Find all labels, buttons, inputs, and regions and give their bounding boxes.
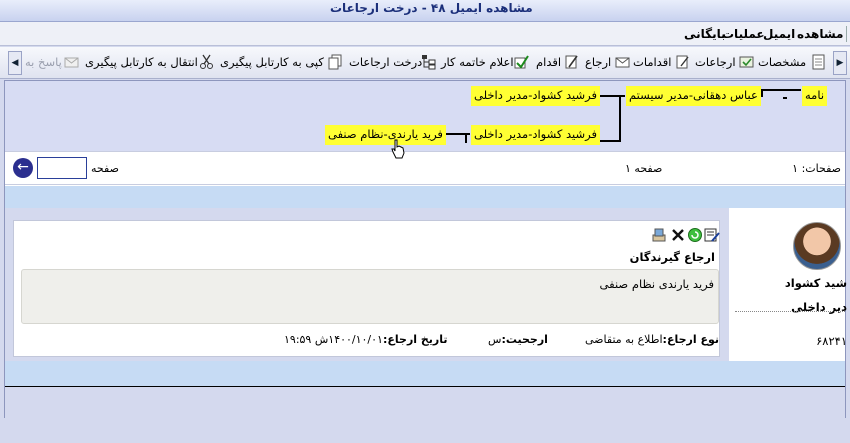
- tree-connector: [465, 133, 467, 143]
- referral-card: ارجاع گیرندگان فرید یارندی نظام صنفی نوع…: [13, 220, 720, 357]
- footer-band: [5, 361, 845, 387]
- referral-tree-panel: نامه عباس دهقانی-مدیر سیستم فرشید کشواد-…: [4, 80, 847, 419]
- check-icon: [514, 55, 529, 69]
- toolbar-move-to-followup-button[interactable]: انتقال به کارتابل پیگیری: [85, 55, 198, 69]
- referral-row: ارجاع گیرندگان فرید یارندی نظام صنفی نوع…: [5, 208, 847, 361]
- toolbar-referral-tree-button[interactable]: درخت ارجاعات: [349, 55, 422, 69]
- toolbar-finish-work-button[interactable]: اعلام خاتمه کار: [441, 55, 514, 69]
- sender-divider: [735, 311, 845, 312]
- toolbar: ▶ ◀ مشخصات ارجاعات اقدامات ارجاع اقدام ا…: [0, 47, 850, 79]
- arrow-left-icon: ←: [17, 159, 29, 175]
- toolbar-scroll-right-button[interactable]: ▶: [833, 51, 847, 75]
- menubar-divider: [846, 26, 847, 42]
- refer-icon: [615, 57, 630, 68]
- actions-icon: [676, 55, 689, 69]
- edit-icon[interactable]: [704, 227, 720, 243]
- referral-priority-value: س: [488, 333, 502, 346]
- toolbar-refer-button[interactable]: ارجاع: [585, 55, 611, 69]
- sender-code: ۶۸۲۴۱: [816, 334, 847, 348]
- avatar: [793, 222, 841, 270]
- referral-body-box: فرید یارندی نظام صنفی: [21, 269, 719, 324]
- referral-tree: نامه عباس دهقانی-مدیر سیستم فرشید کشواد-…: [5, 81, 845, 151]
- tree-icon: [422, 55, 436, 70]
- tree-connector: [619, 95, 621, 142]
- referral-priority-label: ارجحیت:: [501, 333, 548, 346]
- tree-connector: [783, 97, 787, 99]
- referral-priority: ارجحیت:س: [488, 333, 548, 346]
- tree-node-level3[interactable]: فرید یارندی-نظام صنفی: [325, 125, 446, 145]
- toolbar-copy-to-followup-button[interactable]: کپی به کارتابل پیگیری: [220, 55, 324, 69]
- menubar: مشاهده ایمیل عملیات بایگانی: [0, 22, 850, 46]
- goto-page-input[interactable]: [37, 157, 87, 179]
- refresh-icon[interactable]: [687, 227, 703, 243]
- pen-icon: [565, 55, 578, 69]
- recipients-heading: ارجاع گیرندگان: [629, 250, 715, 264]
- menu-archive[interactable]: بایگانی: [684, 27, 726, 41]
- referral-type: نوع ارجاع:اطلاع به متقاضی: [585, 333, 719, 346]
- goto-page-button[interactable]: ←: [13, 158, 33, 178]
- referral-date: تاریخ ارجاع:۱۴۰۰/۱۰/۰۱ش ۱۹:۵۹: [284, 333, 448, 346]
- toolbar-properties-button[interactable]: مشخصات: [758, 55, 806, 69]
- tree-node-root[interactable]: نامه: [802, 86, 828, 106]
- tree-node-level2[interactable]: فرشید کشواد-مدیر داخلی: [471, 86, 600, 106]
- toolbar-referrals-button[interactable]: ارجاعات: [695, 55, 736, 69]
- copy-icon: [328, 54, 342, 70]
- document-icon: [812, 54, 825, 70]
- toolbar-actions-button[interactable]: اقدامات: [633, 55, 671, 69]
- footer-area: [5, 387, 845, 419]
- menu-operations[interactable]: عملیات: [722, 27, 765, 41]
- window-titlebar: مشاهده ایمیل ۴۸ - درخت ارجاعات: [0, 0, 850, 22]
- pager: صفحات: ۱ صفحه ۱ صفحه ←: [5, 151, 845, 185]
- referral-date-label: تاریخ ارجاع:: [382, 333, 448, 346]
- tree-node-level1[interactable]: عباس دهقانی-مدیر سیستم: [626, 86, 761, 106]
- referral-date-value: ۱۴۰۰/۱۰/۰۱ش ۱۹:۵۹: [284, 333, 383, 346]
- window-title: مشاهده ایمیل ۴۸ - درخت ارجاعات: [330, 1, 533, 15]
- toolbar-scroll-left-button[interactable]: ◀: [8, 51, 22, 75]
- scissors-icon: [200, 54, 213, 69]
- referral-body-text: فرید یارندی نظام صنفی: [599, 277, 714, 291]
- reply-icon: [64, 57, 79, 68]
- referral-type-value: اطلاع به متقاضی: [585, 333, 663, 346]
- delete-icon[interactable]: [670, 227, 686, 243]
- tree-node-level2b[interactable]: فرشید کشواد-مدیر داخلی: [471, 125, 600, 145]
- sender-panel: شید کشواد دیر داخلی ۶۸۲۴۱: [729, 208, 847, 361]
- referrals-icon: [739, 56, 754, 68]
- menu-email[interactable]: ایمیل: [763, 27, 795, 41]
- toolbar-reply-button[interactable]: پاسخ به: [25, 55, 62, 69]
- toolbar-act-button[interactable]: اقدام: [536, 55, 561, 69]
- current-page: صفحه ۱: [625, 162, 663, 175]
- hand-cursor-icon: [391, 139, 405, 159]
- tree-connector: [761, 89, 801, 91]
- referral-type-label: نوع ارجاع:: [662, 333, 719, 346]
- divider-band: [5, 186, 845, 208]
- goto-page-label: صفحه: [91, 162, 119, 175]
- print-icon[interactable]: [651, 227, 667, 243]
- menu-view[interactable]: مشاهده: [797, 27, 843, 41]
- tree-connector: [761, 89, 763, 97]
- pages-count: صفحات: ۱: [792, 162, 841, 175]
- sender-name: شید کشواد: [784, 276, 847, 290]
